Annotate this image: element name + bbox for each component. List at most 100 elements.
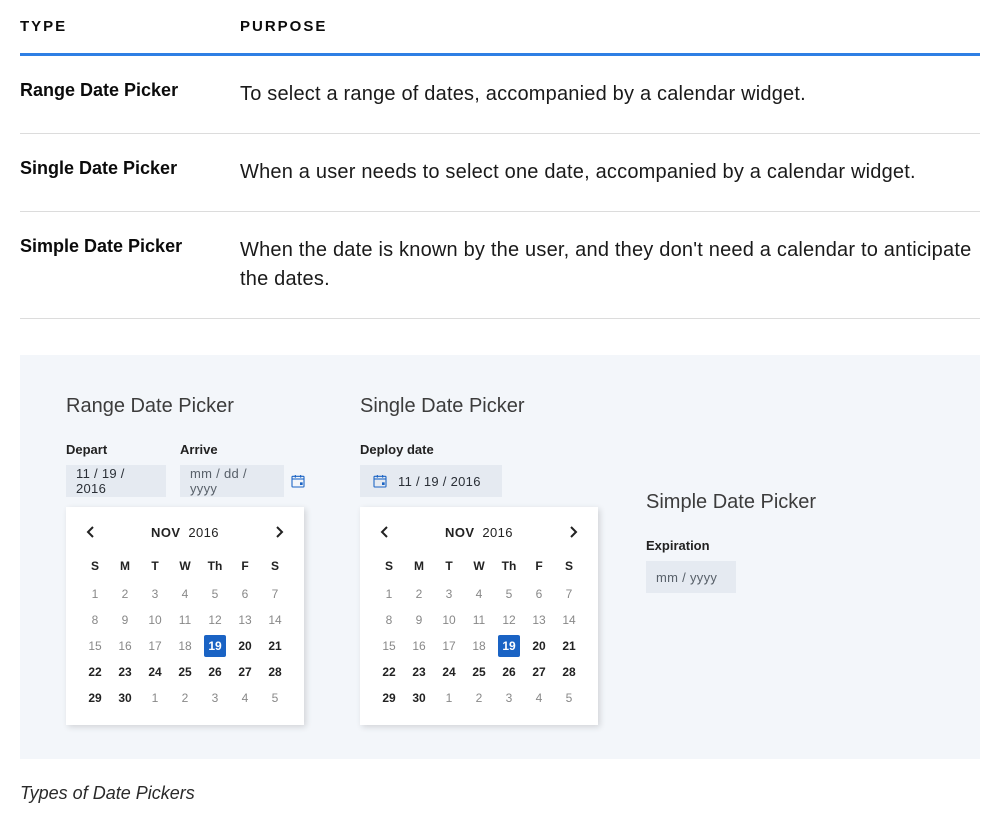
- calendar-day[interactable]: 12: [200, 607, 230, 633]
- calendar-day[interactable]: 14: [554, 607, 584, 633]
- month-year-label: NOV2016: [151, 525, 219, 540]
- purpose-cell: When a user needs to select one date, ac…: [240, 158, 980, 187]
- calendar-day[interactable]: 26: [200, 659, 230, 685]
- type-cell: Single Date Picker: [20, 158, 240, 187]
- calendar-day-selected[interactable]: 19: [494, 633, 524, 659]
- calendar-day[interactable]: 4: [230, 685, 260, 711]
- arrive-input[interactable]: mm / dd / yyyy: [180, 465, 284, 497]
- calendar-day[interactable]: 25: [170, 659, 200, 685]
- calendar-day[interactable]: 11: [170, 607, 200, 633]
- calendar-icon: [372, 473, 388, 489]
- calendar-day[interactable]: 15: [80, 633, 110, 659]
- calendar-day[interactable]: 22: [80, 659, 110, 685]
- purpose-cell: When the date is known by the user, and …: [240, 236, 980, 294]
- single-calendar-popup: NOV2016SMTWThFS1234567891011121314151617…: [360, 507, 598, 725]
- range-title: Range Date Picker: [66, 395, 312, 418]
- calendar-day[interactable]: 18: [170, 633, 200, 659]
- calendar-day[interactable]: 24: [140, 659, 170, 685]
- calendar-day[interactable]: 29: [374, 685, 404, 711]
- prev-month-button[interactable]: [80, 521, 102, 543]
- calendar-day[interactable]: 8: [80, 607, 110, 633]
- calendar-day[interactable]: 5: [260, 685, 290, 711]
- calendar-day[interactable]: 8: [374, 607, 404, 633]
- calendar-day[interactable]: 1: [434, 685, 464, 711]
- calendar-day[interactable]: 12: [494, 607, 524, 633]
- simple-title: Simple Date Picker: [646, 491, 816, 514]
- calendar-day[interactable]: 2: [170, 685, 200, 711]
- calendar-day[interactable]: 6: [524, 581, 554, 607]
- calendar-day-selected[interactable]: 19: [200, 633, 230, 659]
- calendar-day[interactable]: 4: [524, 685, 554, 711]
- calendar-day[interactable]: 14: [260, 607, 290, 633]
- col-header-purpose: PURPOSE: [240, 18, 980, 35]
- depart-label: Depart: [66, 442, 166, 457]
- calendar-week: 293012345: [374, 685, 584, 711]
- calendar-day[interactable]: 25: [464, 659, 494, 685]
- calendar-day[interactable]: 23: [404, 659, 434, 685]
- day-of-week-header: SMTWThFS: [374, 553, 584, 581]
- calendar-day[interactable]: 27: [230, 659, 260, 685]
- prev-month-button[interactable]: [374, 521, 396, 543]
- calendar-day[interactable]: 27: [524, 659, 554, 685]
- calendar-day[interactable]: 15: [374, 633, 404, 659]
- calendar-day[interactable]: 5: [494, 581, 524, 607]
- calendar-day[interactable]: 28: [554, 659, 584, 685]
- calendar-day[interactable]: 28: [260, 659, 290, 685]
- calendar-day[interactable]: 1: [80, 581, 110, 607]
- calendar-day[interactable]: 10: [140, 607, 170, 633]
- calendar-day[interactable]: 4: [464, 581, 494, 607]
- calendar-day[interactable]: 7: [260, 581, 290, 607]
- calendar-day[interactable]: 23: [110, 659, 140, 685]
- calendar-day[interactable]: 30: [404, 685, 434, 711]
- calendar-day[interactable]: 2: [464, 685, 494, 711]
- calendar-day[interactable]: 20: [524, 633, 554, 659]
- calendar-day[interactable]: 3: [494, 685, 524, 711]
- expiration-label: Expiration: [646, 538, 816, 553]
- deploy-date-input[interactable]: 11 / 19 / 2016: [360, 465, 502, 497]
- calendar-day[interactable]: 22: [374, 659, 404, 685]
- calendar-day[interactable]: 5: [200, 581, 230, 607]
- calendar-icon[interactable]: [284, 465, 312, 497]
- day-of-week: F: [524, 553, 554, 581]
- arrive-placeholder: mm / dd / yyyy: [190, 466, 274, 496]
- calendar-day[interactable]: 21: [260, 633, 290, 659]
- calendar-day[interactable]: 1: [140, 685, 170, 711]
- calendar-day[interactable]: 10: [434, 607, 464, 633]
- calendar-day[interactable]: 1: [374, 581, 404, 607]
- calendar-day[interactable]: 16: [110, 633, 140, 659]
- depart-input[interactable]: 11 / 19 / 2016: [66, 465, 166, 497]
- calendar-day[interactable]: 17: [140, 633, 170, 659]
- day-of-week: S: [80, 553, 110, 581]
- calendar-day[interactable]: 29: [80, 685, 110, 711]
- calendar-day[interactable]: 2: [110, 581, 140, 607]
- calendar-day[interactable]: 21: [554, 633, 584, 659]
- calendar-day[interactable]: 6: [230, 581, 260, 607]
- type-purpose-table: TYPE PURPOSE Range Date Picker To select…: [20, 18, 980, 319]
- calendar-day[interactable]: 4: [170, 581, 200, 607]
- calendar-day[interactable]: 16: [404, 633, 434, 659]
- calendar-day[interactable]: 26: [494, 659, 524, 685]
- calendar-day[interactable]: 5: [554, 685, 584, 711]
- calendar-day[interactable]: 3: [140, 581, 170, 607]
- calendar-day[interactable]: 17: [434, 633, 464, 659]
- calendar-day[interactable]: 7: [554, 581, 584, 607]
- calendar-day[interactable]: 13: [230, 607, 260, 633]
- calendar-day[interactable]: 30: [110, 685, 140, 711]
- calendar-day[interactable]: 13: [524, 607, 554, 633]
- day-of-week: S: [260, 553, 290, 581]
- calendar-day[interactable]: 24: [434, 659, 464, 685]
- calendar-day[interactable]: 3: [200, 685, 230, 711]
- day-of-week: W: [464, 553, 494, 581]
- calendar-day[interactable]: 2: [404, 581, 434, 607]
- calendar-day[interactable]: 3: [434, 581, 464, 607]
- calendar-day[interactable]: 11: [464, 607, 494, 633]
- next-month-button[interactable]: [562, 521, 584, 543]
- calendar-day[interactable]: 18: [464, 633, 494, 659]
- calendar-day[interactable]: 9: [110, 607, 140, 633]
- expiration-input[interactable]: mm / yyyy: [646, 561, 736, 593]
- calendar-day[interactable]: 20: [230, 633, 260, 659]
- calendar-day[interactable]: 9: [404, 607, 434, 633]
- next-month-button[interactable]: [268, 521, 290, 543]
- calendar-week: 22232425262728: [374, 659, 584, 685]
- day-of-week: W: [170, 553, 200, 581]
